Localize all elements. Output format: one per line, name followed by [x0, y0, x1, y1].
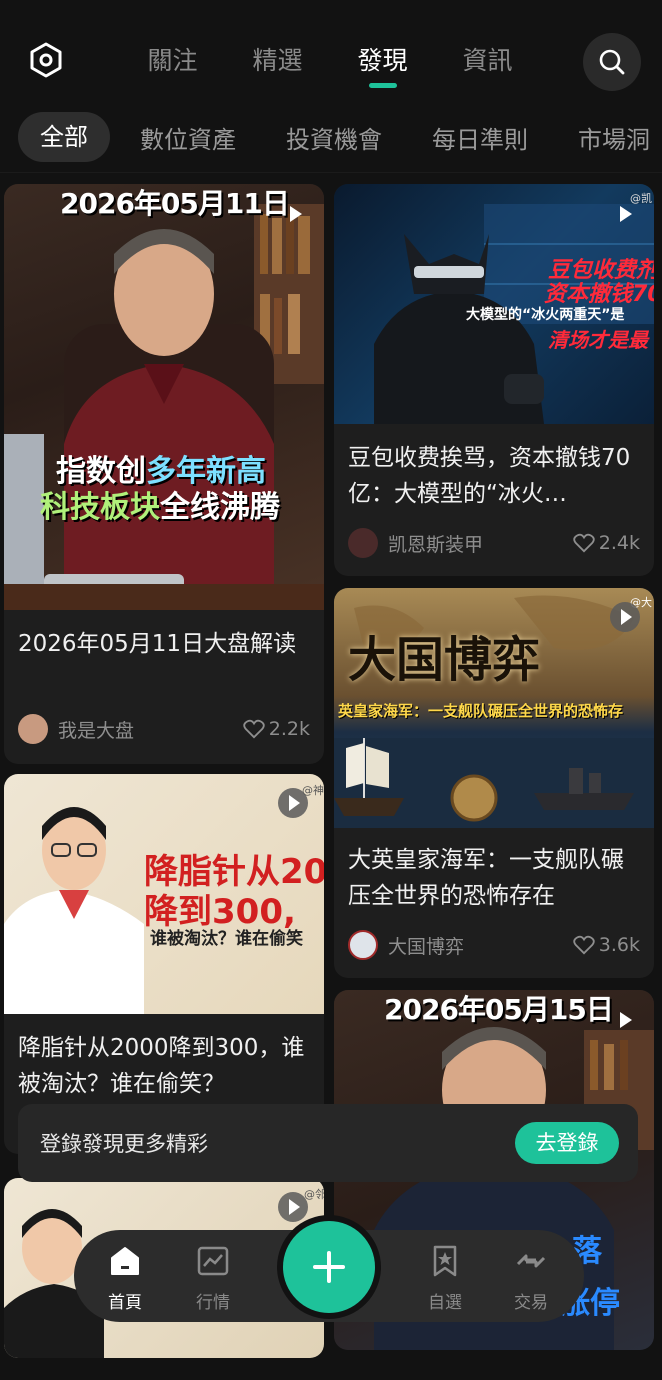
play-icon — [278, 788, 308, 818]
overlay-text-part: 科技板块 — [40, 490, 160, 525]
author-name: 我是大盘 — [58, 719, 135, 742]
nav-markets[interactable]: 行情 — [178, 1244, 248, 1313]
category-filter-row: 全部 數位資產 投資機會 每日準則 市場洞 — [18, 112, 662, 162]
overlay-headline-2: 科技板块全线沸腾 — [40, 482, 280, 526]
card-meta: 我是大盘 2.2k — [18, 712, 310, 746]
like-count-value: 3.6k — [598, 934, 640, 956]
chart-icon — [197, 1246, 229, 1276]
login-prompt-text: 登錄發現更多精彩 — [40, 1132, 208, 1156]
video-thumbnail: 大国博弈 英皇家海军：一支舰队碾压全世界的恐怖存 @大 — [334, 588, 654, 828]
play-icon — [284, 202, 308, 226]
card-title: 降脂针从2000降到300，谁被淘汰？谁在偷笑？ — [18, 1035, 305, 1097]
video-thumbnail: 2026年05月11日 指数创多年新高 科技板块全线沸腾 — [4, 184, 324, 610]
login-prompt-banner: 登錄發現更多精彩 去登錄 — [18, 1104, 638, 1182]
category-market[interactable]: 市場洞 — [578, 120, 650, 155]
card-meta: 凯恩斯装甲 2.4k — [348, 526, 640, 560]
author-name: 凯恩斯装甲 — [388, 533, 484, 556]
overlay-date: 2026年05月11日 — [60, 187, 290, 220]
home-icon — [111, 1247, 139, 1275]
heart-icon — [243, 719, 265, 739]
nav-label: 行情 — [196, 1293, 230, 1313]
plus-icon — [313, 1251, 345, 1283]
play-icon — [614, 202, 638, 226]
card-title: 2026年05月11日大盘解读 — [18, 631, 297, 657]
like-count[interactable]: 2.4k — [573, 532, 640, 554]
tab-featured[interactable]: 精選 — [225, 42, 330, 90]
category-daily-rules[interactable]: 每日準則 — [432, 120, 528, 155]
feed-card-royal-navy[interactable]: 大国博弈 英皇家海军：一支舰队碾压全世界的恐怖存 @大 大英皇家海军：一支舰队碾… — [334, 588, 654, 978]
video-thumbnail: 降脂针从20 降到300, 谁被淘汰？谁在偷笑 @神经 — [4, 774, 324, 1014]
tab-follow[interactable]: 關注 — [120, 42, 225, 90]
avatar — [18, 714, 48, 744]
divider — [0, 172, 662, 173]
nav-trade[interactable]: 交易 — [496, 1244, 566, 1313]
nav-watchlist[interactable]: 自選 — [410, 1244, 480, 1313]
heart-icon — [573, 935, 595, 955]
category-digital-assets[interactable]: 數位資產 — [140, 120, 236, 155]
overlay-subtitle: 英皇家海军：一支舰队碾压全世界的恐怖存 — [338, 702, 624, 720]
search-icon[interactable] — [583, 33, 641, 91]
overlay-line-3: 谁被淘汰？谁在偷笑 — [150, 929, 303, 949]
create-post-button[interactable] — [283, 1221, 375, 1313]
overlay-line-4: 清场才是最 — [548, 328, 648, 352]
tab-news[interactable]: 資訊 — [435, 42, 540, 90]
like-count[interactable]: 2.2k — [243, 718, 310, 740]
hexagon-settings-icon[interactable] — [24, 38, 68, 82]
nav-label: 交易 — [514, 1293, 548, 1313]
top-bar: 關注 精選 發現 資訊 — [0, 0, 662, 110]
overlay-title: 大国博弈 — [348, 632, 541, 688]
video-thumbnail: 豆包收费剂 资本撤钱70 大模型的“冰火两重天”是 清场才是最 @凯 — [334, 184, 654, 424]
card-title: 大英皇家海军：一支舰队碾压全世界的恐怖存在 — [348, 847, 624, 909]
feed-card-market-review[interactable]: 2026年05月11日 指数创多年新高 科技板块全线沸腾 2026年05月11日… — [4, 184, 324, 764]
feed-card-lipid-drug[interactable]: 降脂针从20 降到300, 谁被淘汰？谁在偷笑 @神经 降脂针从2000降到30… — [4, 774, 324, 1154]
overlay-date: 2026年05月15日 — [384, 993, 614, 1026]
main-tabs: 關注 精選 發現 資訊 — [120, 42, 540, 90]
avatar — [348, 930, 378, 960]
nav-home[interactable]: 首頁 — [90, 1244, 160, 1313]
exchange-icon — [516, 1254, 546, 1268]
category-all[interactable]: 全部 — [18, 112, 110, 162]
heart-icon — [573, 533, 595, 553]
card-title: 豆包收费挨骂，资本撤钱70亿：大模型的“冰火… — [348, 445, 631, 507]
watermark-tag: @邻 — [304, 1188, 324, 1201]
nav-label: 首頁 — [108, 1293, 142, 1313]
nav-label: 自選 — [428, 1293, 462, 1313]
feed-card-doubao[interactable]: 豆包收费剂 资本撤钱70 大模型的“冰火两重天”是 清场才是最 @凯 豆包收费挨… — [334, 184, 654, 576]
login-button[interactable]: 去登錄 — [515, 1122, 619, 1164]
overlay-text-part: 全线沸腾 — [160, 490, 280, 525]
author-name: 大国博弈 — [388, 935, 465, 958]
play-icon — [614, 1008, 638, 1032]
bookmark-star-icon — [433, 1245, 457, 1277]
overlay-line-3: 大模型的“冰火两重天”是 — [466, 307, 625, 323]
like-count-value: 2.2k — [268, 718, 310, 740]
avatar — [348, 528, 378, 558]
play-icon — [278, 1192, 308, 1222]
category-investment[interactable]: 投資機會 — [286, 120, 382, 155]
tab-discover[interactable]: 發現 — [330, 42, 435, 90]
play-icon — [610, 602, 640, 632]
like-count[interactable]: 3.6k — [573, 934, 640, 956]
card-meta: 大国博弈 3.6k — [348, 928, 640, 962]
like-count-value: 2.4k — [598, 532, 640, 554]
